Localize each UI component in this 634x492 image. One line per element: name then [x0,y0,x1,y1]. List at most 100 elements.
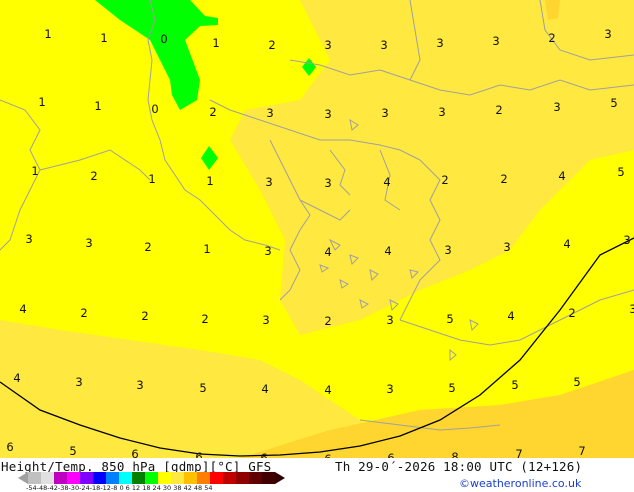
colorbar-bin-4 [67,472,80,484]
temperature-label: 3 [438,105,445,119]
temperature-label: 6 [131,447,138,458]
temperature-label: 1 [44,27,51,41]
colorbar-bin-2 [41,472,54,484]
colorbar-left-arrow [18,472,28,484]
colorbar-bin-5 [80,472,93,484]
temperature-label: 4 [384,244,391,258]
colorbar-bin-3 [54,472,67,484]
temperature-label: 8 [451,450,458,458]
temperature-label: 3 [25,232,32,246]
temperature-label: 3 [553,100,560,114]
temperature-label: 3 [436,36,443,50]
temperature-label: 3 [604,27,611,41]
temperature-label: 6 [6,440,13,454]
temperature-label: 2 [268,38,275,52]
temperature-label: 3 [386,313,393,327]
temperature-label: 3 [136,378,143,392]
temperature-label: 3 [380,38,387,52]
temperature-label: 2 [495,103,502,117]
colorbar-bin-15 [210,472,223,484]
temperature-label: 0 [160,32,167,46]
temperature-label: 2 [568,306,575,320]
temperature-label: 3 [629,302,634,316]
temperature-label: 5 [446,312,453,326]
temperature-label: 3 [324,176,331,190]
colorbar-bin-11 [158,472,171,484]
colorbar-ticks: -54-48-42-38-30-24-18-12-8 0 6 12 18 24 … [26,484,213,492]
temperature-label: 4 [507,309,514,323]
temperature-label: 3 [264,244,271,258]
colorbar-bin-19 [262,472,275,484]
temperature-label: 3 [262,313,269,327]
temperature-label: 4 [324,383,331,397]
colorbar-bin-9 [132,472,145,484]
temperature-label: 6 [387,451,394,458]
temperature-label: 1 [94,99,101,113]
colorbar-bin-8 [119,472,132,484]
temperature-label: 3 [324,107,331,121]
temperature-label: 4 [558,169,565,183]
temperature-label: 1 [31,164,38,178]
colorbar-bin-1 [28,472,41,484]
temperature-label: 1 [148,172,155,186]
temperature-label: 7 [515,447,522,458]
temperature-label: 3 [266,106,273,120]
colorbar-bin-14 [197,472,210,484]
temperature-label: 4 [383,175,390,189]
temperature-label: 2 [441,173,448,187]
temperature-label: 1 [100,31,107,45]
temperature-label: 3 [381,106,388,120]
temperature-label: 5 [610,96,617,110]
temperature-label: 2 [548,31,555,45]
temperature-label: 3 [85,236,92,250]
temperature-label: 7 [578,444,585,458]
temperature-label: 3 [324,38,331,52]
temperature-label: 3 [75,375,82,389]
temperature-label: 6 [260,451,267,458]
temperature-label: 2 [324,314,331,328]
temperature-label: 3 [386,382,393,396]
colorbar-right-arrow [275,472,285,484]
temperature-map: 1 1 0 1 2 3 3 3 3 2 3 1 1 0 2 3 3 3 3 2 3 5 1 2 1 1 3 3 4 2 2 4 5 3 3 2 1 3 4 4… [0,0,634,458]
temperature-label: 3 [444,243,451,257]
temperature-label: 5 [511,378,518,392]
colorbar-bin-7 [106,472,119,484]
temperature-label: 3 [623,233,630,247]
colorbar [18,472,285,484]
colorbar-bin-12 [171,472,184,484]
temperature-label: 1 [206,174,213,188]
temperature-label: 5 [199,381,206,395]
colorbar-bin-13 [184,472,197,484]
temperature-label: 5 [617,165,624,179]
colorbar-bin-6 [93,472,106,484]
temperature-label: 2 [144,240,151,254]
temperature-label: 1 [212,36,219,50]
temperature-label: 6 [195,450,202,458]
temperature-label: 2 [80,306,87,320]
temperature-label: 2 [90,169,97,183]
colorbar-bin-17 [236,472,249,484]
temperature-label: 4 [261,382,268,396]
temperature-label: 0 [151,102,158,116]
colorbar-bin-10 [145,472,158,484]
temperature-label: 3 [503,240,510,254]
temperature-label: 2 [141,309,148,323]
temperature-label: 5 [573,375,580,389]
temperature-label: 5 [448,381,455,395]
colorbar-bin-16 [223,472,236,484]
temperature-label: 3 [265,175,272,189]
temperature-label: 4 [13,371,20,385]
temperature-label: 1 [203,242,210,256]
temperature-label: 2 [209,105,216,119]
temperature-label: 4 [324,245,331,259]
valid-time: Th 29-0´-2026 18:00 UTC (12+126) [335,459,583,474]
temperature-label: 3 [492,34,499,48]
temperature-label: 4 [19,302,26,316]
temperature-label: 5 [69,444,76,458]
temperature-label: 2 [201,312,208,326]
site-credit[interactable]: ©weatheronline.co.uk [459,477,581,490]
temperature-label: 4 [563,237,570,251]
temperature-label: 1 [38,95,45,109]
temperature-label: 2 [500,172,507,186]
map-footer: Height/Temp. 850 hPa [gdmp][°C] GFS Th 2… [0,458,634,492]
